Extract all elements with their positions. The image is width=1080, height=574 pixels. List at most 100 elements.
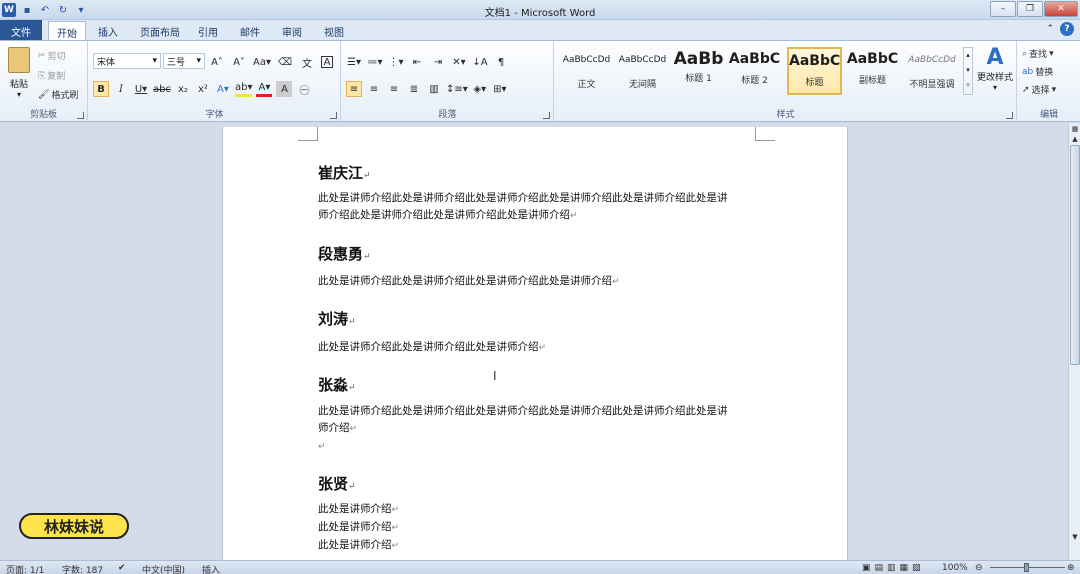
justify-icon[interactable]: ≣ [406,81,422,97]
zoom-slider-thumb[interactable] [1024,563,1029,572]
style-normal[interactable]: AaBbCcDd 正文 [559,47,614,95]
styles-gallery-scroll[interactable]: ▴ ▾ ▿ [963,47,973,95]
style-name: 标题 [805,78,824,88]
strikethrough-icon[interactable]: abc [153,81,171,97]
decrease-indent-icon[interactable]: ⇤ [409,54,425,70]
style-subtitle[interactable]: AaBbC 副标题 [845,47,900,95]
style-preview: AaBb [673,49,724,69]
copy-button[interactable]: ⎘ 复制 [38,69,65,83]
language-status[interactable]: 中文(中国) [142,563,185,574]
numbering-icon[interactable]: ≔▾ [367,54,383,70]
clipboard-launcher-icon[interactable] [77,112,84,119]
phonetic-guide-icon[interactable]: 文 [299,54,315,70]
restore-button[interactable]: ❐ [1017,1,1043,17]
document-page[interactable]: 崔庆江↵ 此处是讲师介绍此处是讲师介绍此处是讲师介绍此处是讲师介绍此处是讲师介绍… [222,127,848,560]
insert-mode[interactable]: 插入 [202,563,220,574]
character-border-icon[interactable]: A [321,56,333,68]
font-name-combo[interactable]: 宋体 ▾ [93,53,161,69]
superscript-icon[interactable]: x² [195,81,211,97]
styles-group-label: 样式 [776,110,795,120]
tab-mailings[interactable]: 邮件 [232,21,268,40]
word-count[interactable]: 字数: 187 [62,563,103,574]
select-button[interactable]: ➚ 选择 ▾ [1022,83,1056,97]
show-marks-icon[interactable]: ¶ [493,54,509,70]
text-effects-icon[interactable]: A▾ [215,81,231,97]
paste-button[interactable]: 粘贴 ▾ [6,47,32,99]
style-no-spacing[interactable]: AaBbCcDd 无间隔 [615,47,670,95]
bullets-icon[interactable]: ☰▾ [346,54,362,70]
change-styles-label: 更改样式 [976,73,1013,83]
zoom-out-icon[interactable]: ⊖ [975,563,983,573]
align-right-icon[interactable]: ≡ [386,81,402,97]
close-button[interactable]: ✕ [1044,1,1078,17]
grow-font-icon[interactable]: A˄ [209,54,225,70]
proofing-icon[interactable]: ✔ [118,563,126,573]
paste-label: 粘贴 [9,80,28,90]
cut-button[interactable]: ✂ 剪切 [38,49,66,63]
page-count[interactable]: 页面: 1/1 [6,563,44,574]
section-heading: 段惠勇↵ [318,245,371,263]
style-heading-1[interactable]: AaBb 标题 1 [671,47,726,95]
font-size-combo[interactable]: 三号 ▾ [163,53,205,69]
borders-icon[interactable]: ⊞▾ [492,81,508,97]
tab-home[interactable]: 开始 [48,21,86,40]
distributed-icon[interactable]: ▥ [426,81,442,97]
scroll-thumb[interactable] [1070,145,1080,365]
multilevel-list-icon[interactable]: ⋮▾ [388,54,404,70]
section-body: 此处是讲师介绍此处是讲师介绍此处是讲师介绍此处是讲师介绍此处是讲师介绍此处是讲师… [318,192,728,221]
find-button[interactable]: ⌕ 查找 ▾ [1022,47,1054,61]
style-heading-2[interactable]: AaBbC 标题 2 [727,47,782,95]
tab-page-layout[interactable]: 页面布局 [132,21,188,40]
font-group-label: 字体 [205,110,224,120]
tab-insert[interactable]: 插入 [90,21,126,40]
brush-icon: 🖌 [38,89,50,100]
scroll-down-icon[interactable]: ▼ [1070,533,1080,545]
font-launcher-icon[interactable] [330,112,337,119]
paste-icon [8,47,30,73]
replace-label: 替换 [1035,68,1054,78]
line-spacing-icon[interactable]: ↕≡▾ [446,81,468,97]
subscript-icon[interactable]: x₂ [175,81,191,97]
style-title[interactable]: AaBbC 标题 [787,47,842,95]
italic-icon[interactable]: I [113,81,129,97]
bold-icon[interactable]: B [93,81,109,97]
change-styles-button[interactable]: A 更改样式 ▾ [975,45,1015,92]
shrink-font-icon[interactable]: A˅ [231,54,247,70]
minimize-button[interactable]: – [990,1,1016,17]
section-body: 此处是讲师介绍此处是讲师介绍此处是讲师介绍此处是讲师介绍↵ [318,275,620,287]
change-case-icon[interactable]: Aa▾ [253,54,271,70]
clear-format-icon[interactable]: ⌫ [277,54,293,70]
minimize-ribbon-icon[interactable]: ⌃ [1046,24,1054,34]
sort-icon[interactable]: ↓A [472,54,488,70]
shading-icon[interactable]: ◈▾ [472,81,488,97]
align-left-icon[interactable]: ≡ [346,81,362,97]
view-buttons[interactable]: ▣▤▥▦▧ [862,563,925,573]
zoom-level[interactable]: 100% [942,563,968,573]
title-bar: W ▪ ↶ ↻ ▾ 文档1 - Microsoft Word – ❐ ✕ [0,0,1080,20]
tab-file[interactable]: 文件 [0,20,42,40]
chinese-layout-icon[interactable]: ✕▾ [451,54,467,70]
character-shading-icon[interactable]: A [276,81,293,97]
style-subtle-emphasis[interactable]: AaBbCcDd 不明显强调 [901,47,963,95]
highlight-icon[interactable]: ab▾ [234,81,253,97]
tab-view[interactable]: 视图 [316,21,352,40]
zoom-in-icon[interactable]: ⊕ [1067,563,1075,573]
paragraph-launcher-icon[interactable] [543,112,550,119]
vertical-scrollbar[interactable]: ▦ ▲ ▼ [1068,123,1080,560]
align-center-icon[interactable]: ≡ [366,81,382,97]
enclose-character-icon[interactable]: ㊀ [296,81,312,97]
tab-review[interactable]: 审阅 [274,21,310,40]
tab-references[interactable]: 引用 [190,21,226,40]
replace-button[interactable]: ab 替换 [1022,65,1054,79]
font-color-icon[interactable]: A▾ [256,81,273,97]
underline-icon[interactable]: U▾ [133,81,149,97]
chevron-down-icon: ▾ [196,56,201,66]
styles-launcher-icon[interactable] [1006,112,1013,119]
help-icon[interactable]: ? [1060,22,1074,36]
section-heading: 张淼↵ [318,376,356,394]
select-label: 选择 [1031,86,1050,96]
increase-indent-icon[interactable]: ⇥ [430,54,446,70]
font-size-value: 三号 [167,57,186,68]
format-painter-button[interactable]: 🖌 格式刷 [38,88,78,102]
styles-group: AaBbCcDd 正文 AaBbCcDd 无间隔 AaBb 标题 1 AaBbC… [555,41,1017,122]
